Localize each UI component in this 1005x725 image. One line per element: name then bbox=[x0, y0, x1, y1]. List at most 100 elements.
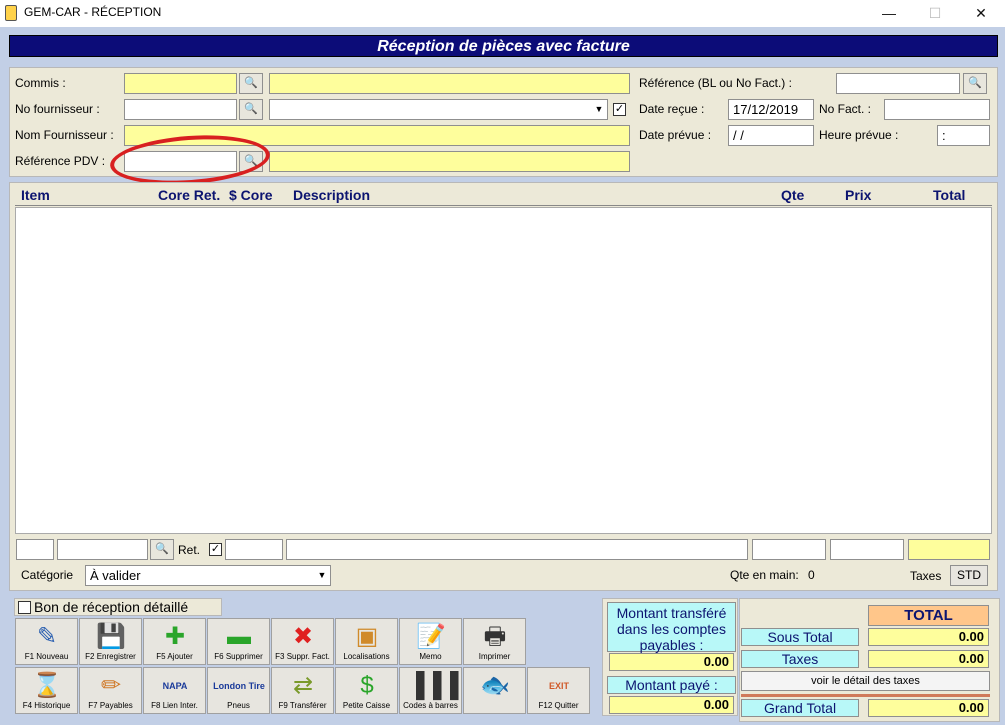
london-tire-logo-icon: London Tire bbox=[213, 681, 265, 691]
transfer-icon: ⇄ bbox=[292, 672, 314, 699]
pencil-paper-icon: ✏ bbox=[100, 672, 122, 699]
box-icon: ▣ bbox=[355, 623, 379, 650]
fish-button[interactable]: 🐟 bbox=[463, 667, 526, 714]
detail-taxes-button[interactable]: voir le détail des taxes bbox=[741, 671, 990, 691]
maximize-button[interactable]: ☐ bbox=[912, 0, 958, 27]
commis-lookup-button[interactable]: 🔍 bbox=[239, 73, 263, 94]
imprimer-caption: Imprimer bbox=[478, 652, 511, 661]
bon-reception-label: Bon de réception détaillé bbox=[34, 599, 189, 615]
historique-button[interactable]: ⌛ F4 Historique bbox=[15, 667, 78, 714]
pneus-button[interactable]: London Tire Pneus bbox=[207, 667, 270, 714]
search-icon: 🔍 bbox=[968, 77, 982, 89]
total-title: TOTAL bbox=[868, 605, 989, 626]
quitter-button[interactable]: EXIT F12 Quitter bbox=[527, 667, 590, 714]
fournisseur-lookup-button[interactable]: 🔍 bbox=[239, 99, 263, 120]
montant-paye-value: 0.00 bbox=[609, 696, 734, 714]
hourglass-icon: ⌛ bbox=[32, 672, 62, 699]
supprimer-caption: F6 Supprimer bbox=[214, 652, 263, 661]
reference-input[interactable] bbox=[836, 73, 960, 94]
notebook-pen-icon: ✎ bbox=[36, 623, 58, 650]
column-description[interactable]: Description bbox=[293, 187, 370, 203]
payables-button[interactable]: ✏ F7 Payables bbox=[79, 667, 142, 714]
no-fact-label: No Fact. : bbox=[819, 102, 872, 116]
page-title: Réception de pièces avec facture bbox=[9, 35, 998, 57]
entry-qte-input[interactable] bbox=[752, 539, 826, 560]
column-core-ret[interactable]: Core Ret. bbox=[158, 187, 220, 203]
no-fournisseur-label: No fournisseur : bbox=[15, 102, 100, 116]
transferer-button[interactable]: ⇄ F9 Transférer bbox=[271, 667, 334, 714]
petite-caisse-button[interactable]: $ Petite Caisse bbox=[335, 667, 398, 714]
search-icon: 🔍 bbox=[155, 543, 169, 555]
lien-inter-button[interactable]: NAPA F8 Lien Inter. bbox=[143, 667, 206, 714]
imprimer-button[interactable]: 🖶 Imprimer bbox=[463, 618, 526, 665]
commis-input[interactable] bbox=[124, 73, 237, 94]
enregistrer-caption: F2 Enregistrer bbox=[85, 652, 136, 661]
taxes-label: Taxes bbox=[741, 650, 859, 668]
suppr-fact-button[interactable]: ✖ F3 Suppr. Fact. bbox=[271, 618, 334, 665]
red-x-icon: ✖ bbox=[292, 623, 314, 650]
entry-prix-input[interactable] bbox=[830, 539, 904, 560]
entry-description-input[interactable] bbox=[286, 539, 748, 560]
heure-prevue-label: Heure prévue : bbox=[819, 128, 899, 142]
reference-lookup-button[interactable]: 🔍 bbox=[963, 73, 987, 94]
historique-caption: F4 Historique bbox=[22, 701, 71, 710]
commis-description bbox=[269, 73, 630, 94]
qte-en-main-label: Qte en main: bbox=[730, 568, 799, 582]
entry-code-input[interactable] bbox=[57, 539, 148, 560]
ajouter-button[interactable]: ✚ F5 Ajouter bbox=[143, 618, 206, 665]
no-fournisseur-input[interactable] bbox=[124, 99, 237, 120]
supprimer-button[interactable]: ▬ F6 Supprimer bbox=[207, 618, 270, 665]
nouveau-button[interactable]: ✎ F1 Nouveau bbox=[15, 618, 78, 665]
toolbar-row-2: ⌛ F4 Historique ✏ F7 Payables NAPA F8 Lien In… bbox=[15, 667, 595, 715]
fournisseur-combo[interactable] bbox=[269, 99, 608, 120]
column-prix[interactable]: Prix bbox=[845, 187, 871, 203]
column-core[interactable]: $ Core bbox=[229, 187, 273, 203]
minimize-button[interactable]: — bbox=[866, 0, 912, 27]
date-recue-input[interactable]: 17/12/2019 bbox=[728, 99, 814, 120]
column-item[interactable]: Item bbox=[21, 187, 50, 203]
floppy-disk-icon: 💾 bbox=[96, 623, 126, 650]
items-list[interactable] bbox=[15, 207, 992, 534]
suppr-fact-caption: F3 Suppr. Fact. bbox=[275, 652, 330, 661]
date-prevue-input[interactable]: / / bbox=[728, 125, 814, 146]
dollar-icon: $ bbox=[360, 672, 374, 699]
ret-checkbox[interactable]: ✓ bbox=[209, 543, 222, 556]
no-fact-input[interactable] bbox=[884, 99, 990, 120]
sous-total-value: 0.00 bbox=[868, 628, 989, 646]
payables-caption: F7 Payables bbox=[88, 701, 133, 710]
exit-door-icon: EXIT bbox=[548, 681, 569, 691]
entry-core-input[interactable] bbox=[225, 539, 283, 560]
title-bar: GEM-CAR - RÉCEPTION — ☐ ✕ bbox=[0, 0, 1005, 27]
memo-button[interactable]: 📝 Memo bbox=[399, 618, 462, 665]
search-icon: 🔍 bbox=[244, 103, 258, 115]
close-button[interactable]: ✕ bbox=[958, 0, 1004, 27]
taxes-value: 0.00 bbox=[868, 650, 989, 668]
enregistrer-button[interactable]: 💾 F2 Enregistrer bbox=[79, 618, 142, 665]
heure-prevue-input[interactable]: : bbox=[937, 125, 990, 146]
grid-header: Item Core Ret. $ Core Description Qte Pr… bbox=[15, 186, 992, 206]
lien-inter-caption: F8 Lien Inter. bbox=[151, 701, 198, 710]
napa-logo-icon: NAPA bbox=[162, 681, 188, 691]
commis-label: Commis : bbox=[15, 76, 66, 90]
localisations-button[interactable]: ▣ Localisations bbox=[335, 618, 398, 665]
date-prevue-label: Date prévue : bbox=[639, 128, 712, 142]
nom-fournisseur-label: Nom Fournisseur : bbox=[15, 128, 114, 142]
total-divider bbox=[741, 694, 990, 697]
chevron-down-icon[interactable]: ▼ bbox=[315, 567, 329, 584]
entry-lookup-button[interactable]: 🔍 bbox=[150, 539, 174, 560]
memo-caption: Memo bbox=[419, 652, 442, 661]
entry-total-value bbox=[908, 539, 990, 560]
fournisseur-checkbox[interactable]: ✓ bbox=[613, 103, 626, 116]
app-icon bbox=[5, 5, 17, 21]
bon-reception-checkbox[interactable] bbox=[18, 601, 31, 614]
codes-barres-button[interactable]: ▌▌▌ Codes à barres bbox=[399, 667, 467, 714]
column-qte[interactable]: Qte bbox=[781, 187, 804, 203]
grand-total-label: Grand Total bbox=[741, 699, 859, 717]
taxes-code-label: Taxes bbox=[910, 569, 942, 583]
montant-paye-label: Montant payé : bbox=[607, 676, 736, 694]
column-total[interactable]: Total bbox=[933, 187, 965, 203]
taxes-std-button[interactable]: STD bbox=[950, 565, 988, 586]
chevron-down-icon[interactable]: ▼ bbox=[592, 101, 606, 118]
entry-item-input[interactable] bbox=[16, 539, 54, 560]
categorie-select[interactable]: À valider bbox=[85, 565, 331, 586]
